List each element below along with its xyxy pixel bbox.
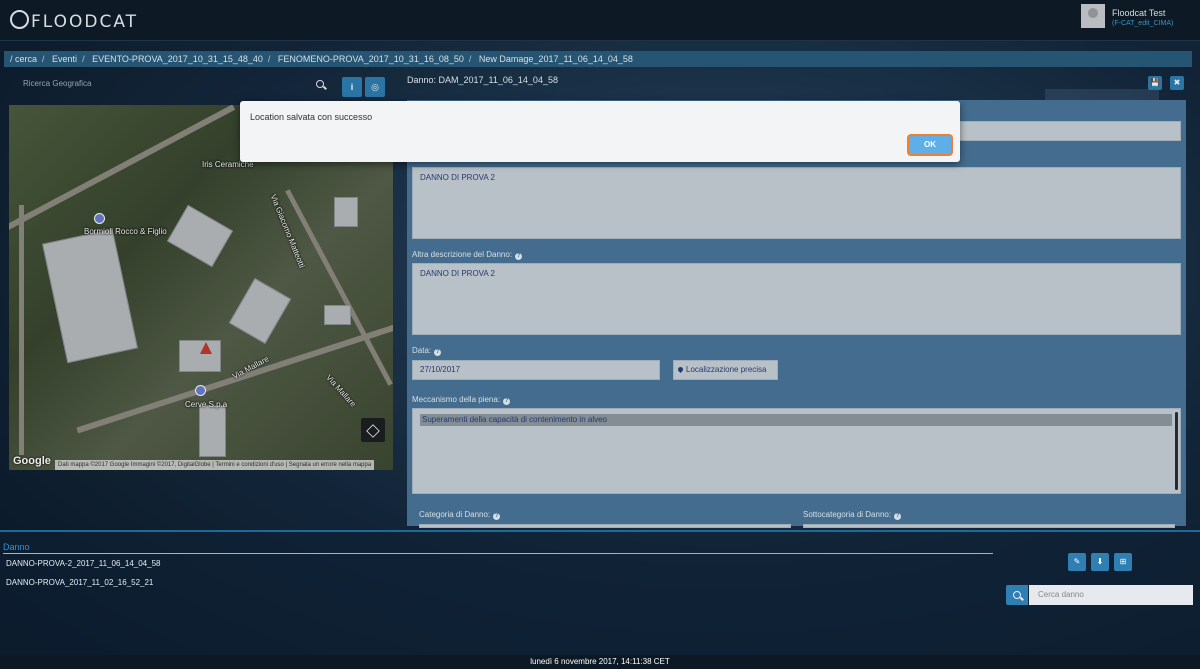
alert-dialog: Location salvata con successo OK: [240, 101, 960, 162]
alert-message: Location salvata con successo: [250, 112, 373, 122]
grid-button[interactable]: ⊞: [1114, 553, 1132, 571]
search-icon: [1013, 591, 1021, 599]
divider: [3, 553, 993, 554]
list-item[interactable]: DANNO-PROVA-2_2017_11_06_14_04_58: [6, 559, 160, 568]
edit-button[interactable]: ✎: [1068, 553, 1086, 571]
download-button[interactable]: ⬇: [1091, 553, 1109, 571]
ok-button[interactable]: OK: [907, 134, 953, 156]
danno-tab[interactable]: Danno: [3, 542, 30, 552]
cerca-danno-input[interactable]: Cerca danno: [1029, 585, 1193, 605]
danno-search-button[interactable]: [1006, 585, 1028, 605]
footer-datetime: lunedì 6 novembre 2017, 14:11:38 CET: [0, 655, 1200, 669]
list-item[interactable]: DANNO-PROVA_2017_11_02_16_52_21: [6, 578, 153, 587]
